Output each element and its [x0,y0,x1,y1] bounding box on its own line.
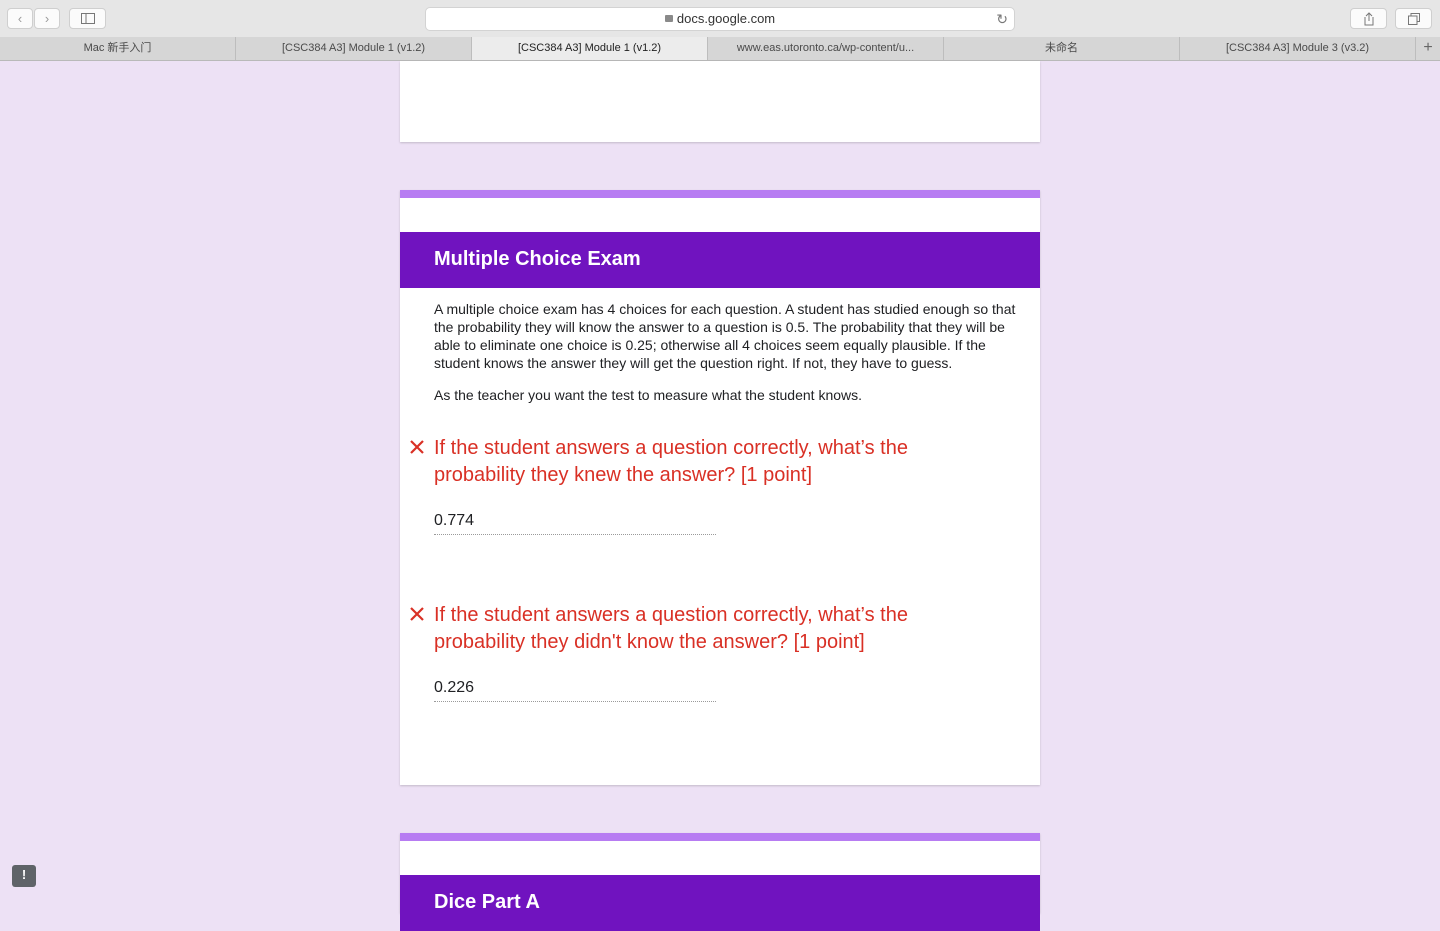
back-button[interactable]: ‹ [7,8,33,29]
address-bar[interactable]: docs.google.com ↻ [425,7,1015,31]
tab-untitled[interactable]: 未命名 [944,37,1180,60]
answer-value: 0.774 [434,512,716,535]
tab-module-3[interactable]: [CSC384 A3] Module 3 (v3.2) [1180,37,1416,60]
lock-icon [664,15,673,22]
section-description: A multiple choice exam has 4 choices for… [434,300,1024,418]
chevron-right-icon: › [44,11,50,26]
tab-bar: Mac 新手入门 [CSC384 A3] Module 1 (v1.2) [CS… [0,37,1440,61]
section-title: Dice Part A [434,891,540,913]
tab-mac-intro[interactable]: Mac 新手入门 [0,37,236,60]
tab-overview-button[interactable] [1395,8,1432,29]
section-header: Multiple Choice Exam [400,232,1040,288]
question-title: If the student answers a question correc… [434,604,908,653]
section-card: Multiple Choice Exam A multiple choice e… [400,190,1040,785]
share-button[interactable] [1350,8,1387,29]
question-title: If the student answers a question correc… [434,437,908,486]
section-title: Multiple Choice Exam [434,248,641,270]
incorrect-icon [410,607,424,621]
tab-eas-utoronto[interactable]: www.eas.utoronto.ca/wp-content/u... [708,37,944,60]
incorrect-icon [410,440,424,454]
sidebar-button[interactable] [69,8,106,29]
url-text: docs.google.com [676,11,776,26]
tab-module-1-active[interactable]: [CSC384 A3] Module 1 (v1.2) [472,37,708,60]
section-accent-bar [400,190,1040,198]
previous-section-card [400,61,1040,142]
browser-toolbar: ‹ › docs.google.com ↻ [0,0,1440,38]
answer-value: 0.226 [434,679,716,702]
next-section-card: Dice Part A [400,833,1040,931]
chevron-left-icon: ‹ [17,11,23,26]
reload-icon[interactable]: ↻ [996,8,1008,30]
sidebar-icon [80,13,95,24]
tab-overview-icon [1407,13,1420,25]
forward-button[interactable]: › [34,8,60,29]
section-header: Dice Part A [400,875,1040,931]
description-paragraph: A multiple choice exam has 4 choices for… [434,301,1016,371]
report-issue-icon[interactable]: ! [12,865,36,887]
description-paragraph: As the teacher you want the test to meas… [434,387,863,403]
section-accent-bar [400,833,1040,841]
tab-module-1[interactable]: [CSC384 A3] Module 1 (v1.2) [236,37,472,60]
plus-icon[interactable]: + [1416,37,1440,60]
share-icon [1364,12,1373,26]
